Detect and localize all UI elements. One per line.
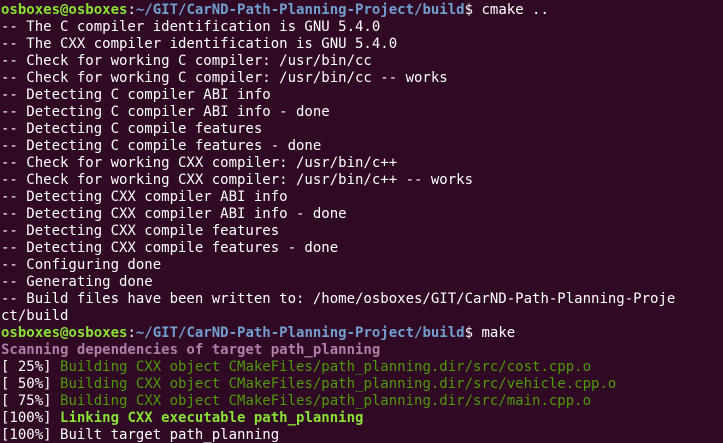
output-line: -- Check for working CXX compiler: /usr/… (1, 172, 474, 188)
prompt-separator: : (127, 325, 136, 341)
output-line: ct/build (1, 308, 69, 324)
link-step-text: Linking CXX executable path_planning (60, 410, 364, 426)
progress-percent: [100%] (1, 427, 61, 443)
prompt-user-host: osboxes@osboxes (1, 325, 128, 341)
progress-percent: [ 50%] (1, 376, 61, 392)
build-step-line: [ 75%] Building CXX object CMakeFiles/pa… (1, 393, 723, 410)
output-line: -- Generating done (1, 274, 153, 290)
prompt-path: ~/GIT/CarND-Path-Planning-Project/build (135, 325, 465, 341)
build-step-line: [ 50%] Building CXX object CMakeFiles/pa… (1, 376, 723, 393)
built-target-line: [100%] Built target path_planning (1, 427, 723, 443)
prompt-line-make: osboxes@osboxes:~/GIT/CarND-Path-Plannin… (1, 325, 723, 342)
prompt-dollar: $ (464, 325, 474, 341)
build-step-text: Building CXX object CMakeFiles/path_plan… (60, 376, 617, 392)
output-line: -- Build files have been written to: /ho… (1, 291, 676, 307)
output-line: -- Detecting CXX compile features - done (1, 240, 339, 256)
output-line: -- Check for working C compiler: /usr/bi… (1, 70, 448, 86)
prompt-path: ~/GIT/CarND-Path-Planning-Project/build (135, 2, 465, 18)
build-step-text: Building CXX object CMakeFiles/path_plan… (60, 359, 592, 375)
output-line: -- The CXX compiler identification is GN… (1, 36, 398, 52)
output-line: -- Detecting CXX compile features (1, 223, 280, 239)
prompt-separator: : (127, 2, 136, 18)
progress-percent: [100%] (1, 410, 61, 426)
prompt-user-host: osboxes@osboxes (1, 2, 128, 18)
build-step-line: [ 25%] Building CXX object CMakeFiles/pa… (1, 359, 723, 376)
output-line: -- Check for working C compiler: /usr/bi… (1, 53, 372, 69)
output-line: -- Detecting CXX compiler ABI info (1, 189, 288, 205)
terminal-screen: osboxes@osboxes:~/GIT/CarND-Path-Plannin… (1, 2, 723, 443)
link-step-line: [100%] Linking CXX executable path_plann… (1, 410, 723, 427)
output-line: -- Detecting C compiler ABI info (1, 87, 271, 103)
output-line: -- Detecting C compile features - done (1, 138, 322, 154)
command-text: cmake .. (473, 2, 549, 18)
output-line: -- Check for working CXX compiler: /usr/… (1, 155, 398, 171)
output-line: -- The C compiler identification is GNU … (1, 19, 381, 35)
build-step-text: Building CXX object CMakeFiles/path_plan… (60, 393, 592, 409)
output-line: -- Detecting CXX compiler ABI info - don… (1, 206, 347, 222)
command-text: make (473, 325, 516, 341)
progress-percent: [ 75%] (1, 393, 61, 409)
built-target-text: Built target path_planning (60, 427, 280, 443)
scan-dependencies-line: Scanning dependencies of target path_pla… (1, 342, 381, 358)
progress-percent: [ 25%] (1, 359, 61, 375)
prompt-line-cmake: osboxes@osboxes:~/GIT/CarND-Path-Plannin… (1, 2, 723, 19)
output-line: -- Detecting C compile features (1, 121, 263, 137)
terminal-window[interactable]: osboxes@osboxes:~/GIT/CarND-Path-Plannin… (0, 0, 723, 443)
prompt-dollar: $ (464, 2, 474, 18)
output-line: -- Configuring done (1, 257, 162, 273)
output-line: -- Detecting C compiler ABI info - done (1, 104, 330, 120)
